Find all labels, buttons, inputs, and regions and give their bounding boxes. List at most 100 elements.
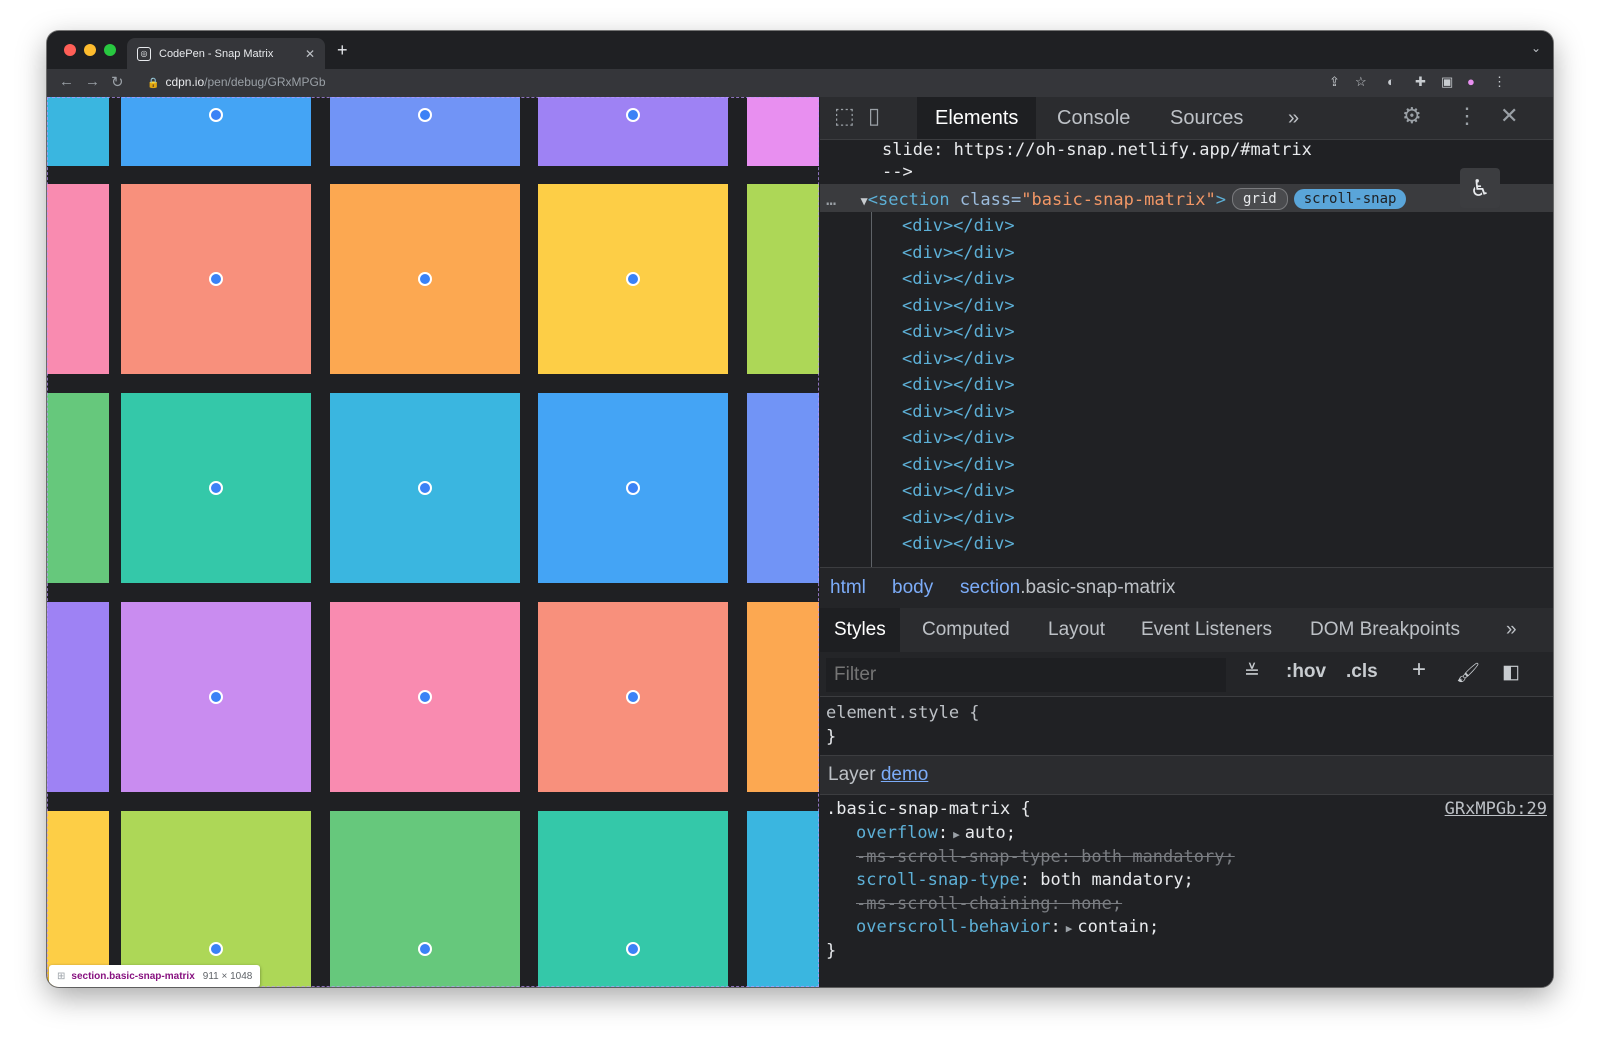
tree-guide-line (871, 212, 872, 567)
child-div-node[interactable]: <div></div> (902, 296, 1015, 316)
tab-console[interactable]: Console (1039, 97, 1148, 139)
paint-brush-icon[interactable]: 🖌 (1456, 661, 1480, 685)
page-viewport[interactable]: ⊞ section.basic-snap-matrix 911 × 1048 (47, 97, 819, 987)
breadcrumb-section-tag: section (960, 577, 1021, 598)
child-div-node[interactable]: <div></div> (902, 322, 1015, 342)
share-icon[interactable]: ⇪ (1329, 74, 1340, 90)
minimize-window-button[interactable] (84, 44, 96, 56)
scroll-snap-type-prop: scroll-snap-type (856, 870, 1020, 890)
browser-menu-icon[interactable]: ⋮ (1493, 74, 1506, 90)
side-panel-icon[interactable]: ▣ (1441, 74, 1453, 90)
styles-pane[interactable]: element.style { } Layer demo .basic-snap… (820, 697, 1553, 987)
decl-overflow[interactable]: overflow: ▶ auto; (856, 823, 1016, 843)
decl-overscroll-behavior[interactable]: overscroll-behavior: ▶ contain; (856, 917, 1159, 937)
node-actions-dots[interactable]: … (826, 190, 836, 210)
expand-triangle-icon[interactable]: ▼ (861, 194, 868, 208)
breadcrumb-section[interactable]: section.basic-snap-matrix (960, 577, 1175, 599)
toggle-sidebar-icon[interactable]: ◧ (1502, 661, 1520, 684)
snap-point-marker (626, 108, 640, 122)
more-style-tabs-button[interactable]: » (1492, 608, 1531, 652)
profile-avatar-icon[interactable]: ● (1467, 74, 1475, 89)
bookmark-star-icon[interactable]: ☆ (1355, 74, 1367, 90)
back-icon[interactable]: ← (59, 73, 74, 90)
grid-tile (47, 602, 109, 792)
expand-overflow-icon[interactable]: ▶ (953, 828, 960, 841)
overscroll-behavior-prop: overscroll-behavior (856, 917, 1051, 937)
elements-tree[interactable]: slide: https://oh-snap.netlify.app/#matr… (820, 140, 1553, 567)
inspect-element-icon[interactable]: ⬚ (834, 103, 855, 129)
tab-search-icon[interactable]: ⌄ (1531, 41, 1541, 55)
element-badge: ⊞ section.basic-snap-matrix 911 × 1048 (49, 965, 261, 987)
tab-dom-breakpoints[interactable]: DOM Breakpoints (1296, 608, 1474, 652)
breadcrumb-body[interactable]: body (892, 577, 933, 599)
forward-icon[interactable]: → (85, 73, 100, 90)
snap-point-marker (209, 481, 223, 495)
snap-point-marker (209, 272, 223, 286)
url-path: /pen/debug/GRxMPGb (204, 75, 326, 89)
customize-kebab-icon[interactable]: ⋮ (1456, 103, 1478, 129)
grid-tile (121, 811, 311, 987)
traffic-lights (64, 44, 116, 56)
styles-filter-input[interactable] (826, 658, 1226, 692)
tab-event-listeners[interactable]: Event Listeners (1127, 608, 1286, 652)
new-tab-button[interactable]: + (337, 40, 348, 61)
maximize-window-button[interactable] (104, 44, 116, 56)
element-style-selector[interactable]: element.style { (826, 703, 980, 723)
cls-toggle-button[interactable]: .cls (1346, 661, 1378, 683)
extensions-puzzle-icon[interactable]: ✚ (1415, 74, 1426, 90)
reload-icon[interactable]: ↻ (111, 73, 124, 91)
child-div-node[interactable]: <div></div> (902, 243, 1015, 263)
decl-ms-scroll-snap-type[interactable]: -ms-scroll-snap-type: both mandatory; (856, 847, 1235, 867)
snap-point-marker (626, 481, 640, 495)
child-div-node[interactable]: <div></div> (902, 428, 1015, 448)
url-field[interactable]: 🔒 cdpn.io/pen/debug/GRxMPGb (147, 75, 326, 89)
child-div-node[interactable]: <div></div> (902, 375, 1015, 395)
layer-demo-link[interactable]: demo (881, 764, 929, 785)
close-devtools-icon[interactable]: ✕ (1500, 103, 1518, 129)
device-toolbar-icon[interactable]: ▯ (868, 103, 880, 129)
accessibility-tree-icon[interactable]: ♿ (1460, 168, 1500, 208)
child-div-node[interactable]: <div></div> (902, 534, 1015, 554)
scroll-snap-type-value: both mandatory; (1040, 870, 1194, 890)
close-window-button[interactable] (64, 44, 76, 56)
grid-tile (47, 97, 109, 166)
tab-elements[interactable]: Elements (917, 97, 1037, 139)
snap-colon: : (1019, 870, 1031, 890)
child-div-node[interactable]: <div></div> (902, 349, 1015, 369)
child-div-node[interactable]: <div></div> (902, 508, 1015, 528)
child-div-node[interactable]: <div></div> (902, 402, 1015, 422)
more-tabs-button[interactable]: » (1270, 97, 1317, 139)
sort-styles-icon[interactable]: ≚ (1244, 661, 1260, 684)
tab-styles[interactable]: Styles (820, 608, 900, 652)
rule-close: } (826, 941, 837, 961)
overflow-value: auto; (964, 823, 1016, 843)
browser-tab[interactable]: ◎ CodePen - Snap Matrix ✕ (127, 38, 325, 69)
decl-ms-scroll-chaining[interactable]: -ms-scroll-chaining: none; (856, 894, 1122, 914)
breadcrumb-html[interactable]: html (830, 577, 866, 599)
child-div-node[interactable]: <div></div> (902, 455, 1015, 475)
settings-gear-icon[interactable]: ⚙ (1402, 103, 1422, 129)
selected-node[interactable]: … ▼<section class="basic-snap-matrix"> gr… (826, 188, 1488, 210)
decl-scroll-snap-type[interactable]: scroll-snap-type: both mandatory; (856, 870, 1194, 890)
rule-source-link[interactable]: GRxMPGb:29 (1445, 799, 1547, 819)
tab-layout[interactable]: Layout (1034, 608, 1119, 652)
breadcrumb-section-class: .basic-snap-matrix (1020, 577, 1176, 598)
tab-sources[interactable]: Sources (1152, 97, 1261, 139)
styles-tab-bar: Styles Computed Layout Event Listeners D… (820, 608, 1553, 653)
grid-tile (47, 184, 109, 374)
close-tab-icon[interactable]: ✕ (305, 47, 315, 61)
extension-color-icon[interactable]: ◐ (1387, 74, 1395, 89)
styles-filter-bar: ≚ :hov .cls + 🖌 ◧ (820, 652, 1553, 697)
tab-computed[interactable]: Computed (908, 608, 1024, 652)
tab-bar: ◎ CodePen - Snap Matrix ✕ + ⌄ (47, 31, 1553, 69)
grid-badge[interactable]: grid (1232, 188, 1288, 210)
scroll-snap-badge[interactable]: scroll-snap (1293, 189, 1407, 209)
new-style-rule-button[interactable]: + (1412, 656, 1426, 684)
child-div-node[interactable]: <div></div> (902, 216, 1015, 236)
child-div-node[interactable]: <div></div> (902, 269, 1015, 289)
expand-overscroll-icon[interactable]: ▶ (1066, 922, 1073, 935)
hov-toggle-button[interactable]: :hov (1286, 661, 1326, 683)
grid-tile (538, 811, 728, 987)
rule-selector[interactable]: .basic-snap-matrix { (826, 799, 1031, 819)
child-div-node[interactable]: <div></div> (902, 481, 1015, 501)
